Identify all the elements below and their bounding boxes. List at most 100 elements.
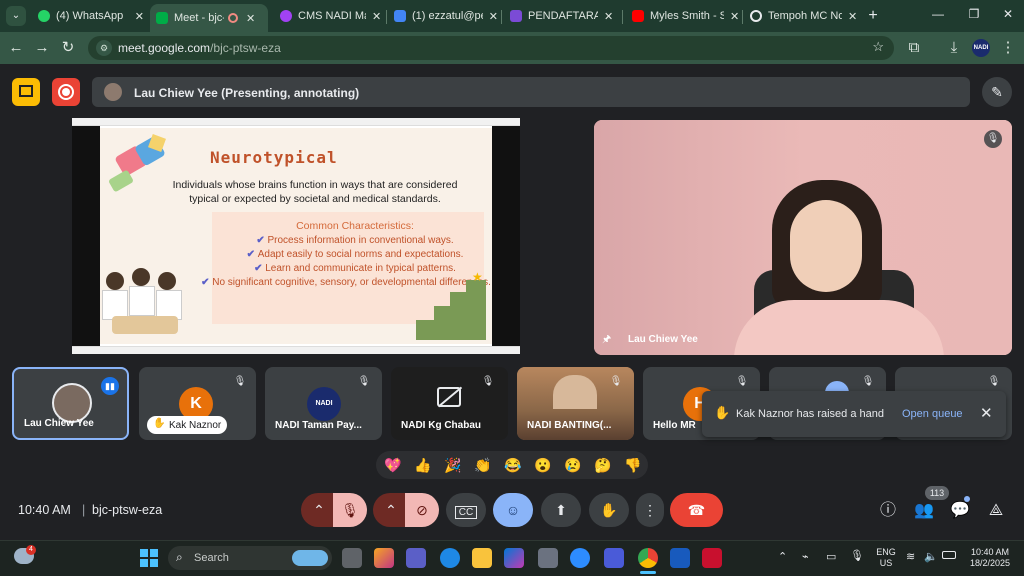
bookmark-star-icon[interactable]: ☆: [872, 39, 884, 55]
tab-meet[interactable]: Meet - bjc-ptsw-eza ✕: [150, 4, 268, 32]
volume-icon[interactable]: 🔈: [924, 550, 938, 563]
mic-options-button[interactable]: ⌃: [301, 493, 337, 527]
language-indicator[interactable]: ENG US: [874, 547, 898, 569]
mic-off-icon: 🎙: [233, 376, 247, 387]
more-options-button[interactable]: ⋮: [636, 493, 664, 527]
tab-youtube[interactable]: Myles Smith - St ✕: [626, 4, 740, 28]
battery-icon[interactable]: [942, 551, 956, 559]
slide-item: ✔ Learn and communicate in typical patte…: [254, 263, 456, 274]
check-icon: ✔: [256, 235, 268, 246]
new-tab-button[interactable]: +: [864, 6, 882, 26]
start-windows-icon[interactable]: [140, 549, 158, 567]
profile-avatar[interactable]: NADI: [972, 39, 990, 57]
tab-cms-nadi[interactable]: CMS NADI Mana ✕: [274, 4, 384, 28]
word-icon[interactable]: [670, 548, 690, 568]
close-icon[interactable]: ✕: [372, 10, 381, 23]
reaction-thumbs-down[interactable]: 👎: [624, 456, 641, 474]
close-icon[interactable]: ✕: [980, 404, 993, 422]
recording-icon: [228, 13, 238, 23]
tab-whatsapp[interactable]: (4) WhatsApp ✕: [32, 4, 144, 28]
participant-tile[interactable]: ▮▮ Lau Chiew Yee: [12, 367, 129, 440]
participant-tile[interactable]: K 🎙 ✋ Kak Naznor: [139, 367, 256, 440]
tab-tempoh-mc[interactable]: Tempoh MC Nor ✕: [744, 4, 858, 28]
people-icon[interactable]: 👥: [914, 501, 934, 521]
task-view-icon[interactable]: [342, 548, 362, 568]
tab-separator: [742, 10, 743, 24]
reaction-crying[interactable]: 😢: [564, 456, 581, 474]
close-icon[interactable]: ✕: [604, 10, 613, 23]
reaction-party-popper[interactable]: 🎉: [444, 456, 461, 474]
reaction-sparkling-heart[interactable]: 💖: [384, 456, 401, 474]
copilot-icon[interactable]: [374, 548, 394, 568]
mic-off-icon: 🎙: [481, 376, 495, 387]
camera-options-button[interactable]: ⌃: [373, 493, 409, 527]
app-icon[interactable]: [538, 548, 558, 568]
participant-tile[interactable]: 🎙 NADI Kg Chabau: [391, 367, 508, 440]
shared-screen[interactable]: Neurotypical Individuals whose brains fu…: [72, 118, 520, 354]
mcafee-icon[interactable]: [702, 548, 722, 568]
screen-share-off-icon: [19, 85, 33, 97]
wifi-icon[interactable]: ≋: [906, 550, 915, 563]
zoom-icon[interactable]: [570, 548, 590, 568]
tab-pendaftaran[interactable]: PENDAFTARAN ✕: [504, 4, 620, 28]
tray-icon[interactable]: ⌁: [802, 550, 809, 563]
site-info-icon[interactable]: ⚙: [96, 40, 112, 56]
reaction-thinking[interactable]: 🤔: [594, 456, 611, 474]
captions-button[interactable]: CC: [446, 493, 486, 527]
reload-icon[interactable]: ↻: [58, 38, 78, 58]
open-queue-button[interactable]: Open queue: [902, 408, 963, 420]
emoji-reactions-button[interactable]: ☺: [493, 493, 533, 527]
minimize-button[interactable]: —: [930, 7, 946, 23]
pin-icon[interactable]: 🖈: [602, 332, 611, 349]
reaction-thumbs-up[interactable]: 👍: [414, 456, 431, 474]
close-icon[interactable]: ✕: [135, 10, 144, 23]
back-icon[interactable]: ←: [6, 38, 26, 58]
raise-hand-button[interactable]: ✋: [589, 493, 629, 527]
menu-icon[interactable]: ⋮: [998, 38, 1018, 58]
chat-icon[interactable]: 💬: [950, 501, 970, 521]
activities-icon[interactable]: ⟁: [986, 501, 1006, 521]
stop-presenting-button[interactable]: [12, 78, 40, 106]
microphone-icon[interactable]: 🎙: [850, 549, 864, 562]
tray-icon[interactable]: ▭: [826, 550, 836, 563]
presenter-video-tile[interactable]: 🎙 🖈 Lau Chiew Yee: [594, 120, 1012, 355]
clock-date: 18/2/2025: [969, 558, 1011, 568]
extensions-icon[interactable]: ⧉: [904, 38, 924, 58]
show-hidden-icons[interactable]: ⌃: [778, 550, 787, 563]
system-clock[interactable]: 10:40 AM 18/2/2025: [962, 547, 1018, 569]
teams-icon[interactable]: [406, 548, 426, 568]
tab-search-button[interactable]: ⌄: [6, 6, 26, 26]
download-icon[interactable]: ⤓: [944, 38, 964, 58]
edge-icon[interactable]: [440, 548, 460, 568]
reaction-clapping[interactable]: 👏: [474, 456, 491, 474]
tab-separator: [386, 10, 387, 24]
file-explorer-icon[interactable]: [472, 548, 492, 568]
camera-toggle-button[interactable]: ⊘: [405, 493, 439, 527]
raised-hand-icon: ✋: [714, 405, 731, 420]
reaction-surprised[interactable]: 😮: [534, 456, 551, 474]
participant-tile[interactable]: NADI 🎙 NADI Taman Pay...: [265, 367, 382, 440]
leave-call-button[interactable]: ☎: [670, 493, 723, 527]
microsoft-365-icon[interactable]: [504, 548, 524, 568]
app-icon[interactable]: [604, 548, 624, 568]
mic-off-icon: 🎙: [987, 376, 1001, 387]
participant-tile[interactable]: 🎙 NADI BANTING(...: [517, 367, 634, 440]
address-bar[interactable]: ⚙ meet.google.com/bjc-ptsw-eza ☆: [88, 36, 894, 60]
close-icon[interactable]: ✕: [489, 10, 498, 23]
meeting-details-icon[interactable]: ⓘ: [878, 501, 898, 521]
close-icon[interactable]: ✕: [848, 10, 857, 23]
restore-button[interactable]: ❐: [966, 7, 982, 23]
reaction-laughing[interactable]: 😂: [504, 456, 521, 474]
close-icon[interactable]: ✕: [730, 10, 739, 23]
tab-email[interactable]: (1) ezzatul@ped ✕: [388, 4, 498, 28]
annotate-button[interactable]: ✎: [982, 77, 1012, 107]
recording-button[interactable]: [52, 78, 80, 106]
present-screen-button[interactable]: ⬆: [541, 493, 581, 527]
close-icon[interactable]: ✕: [246, 12, 255, 25]
chrome-icon[interactable]: [638, 548, 658, 568]
taskbar-search-box[interactable]: ⌕ Search: [168, 546, 332, 570]
browser-toolbar: ← → ↻ ⚙ meet.google.com/bjc-ptsw-eza ☆ ⧉…: [0, 32, 1024, 64]
forward-icon[interactable]: →: [32, 38, 52, 58]
microphone-toggle-button[interactable]: 🎙: [333, 493, 367, 527]
close-window-button[interactable]: ✕: [1000, 7, 1016, 23]
